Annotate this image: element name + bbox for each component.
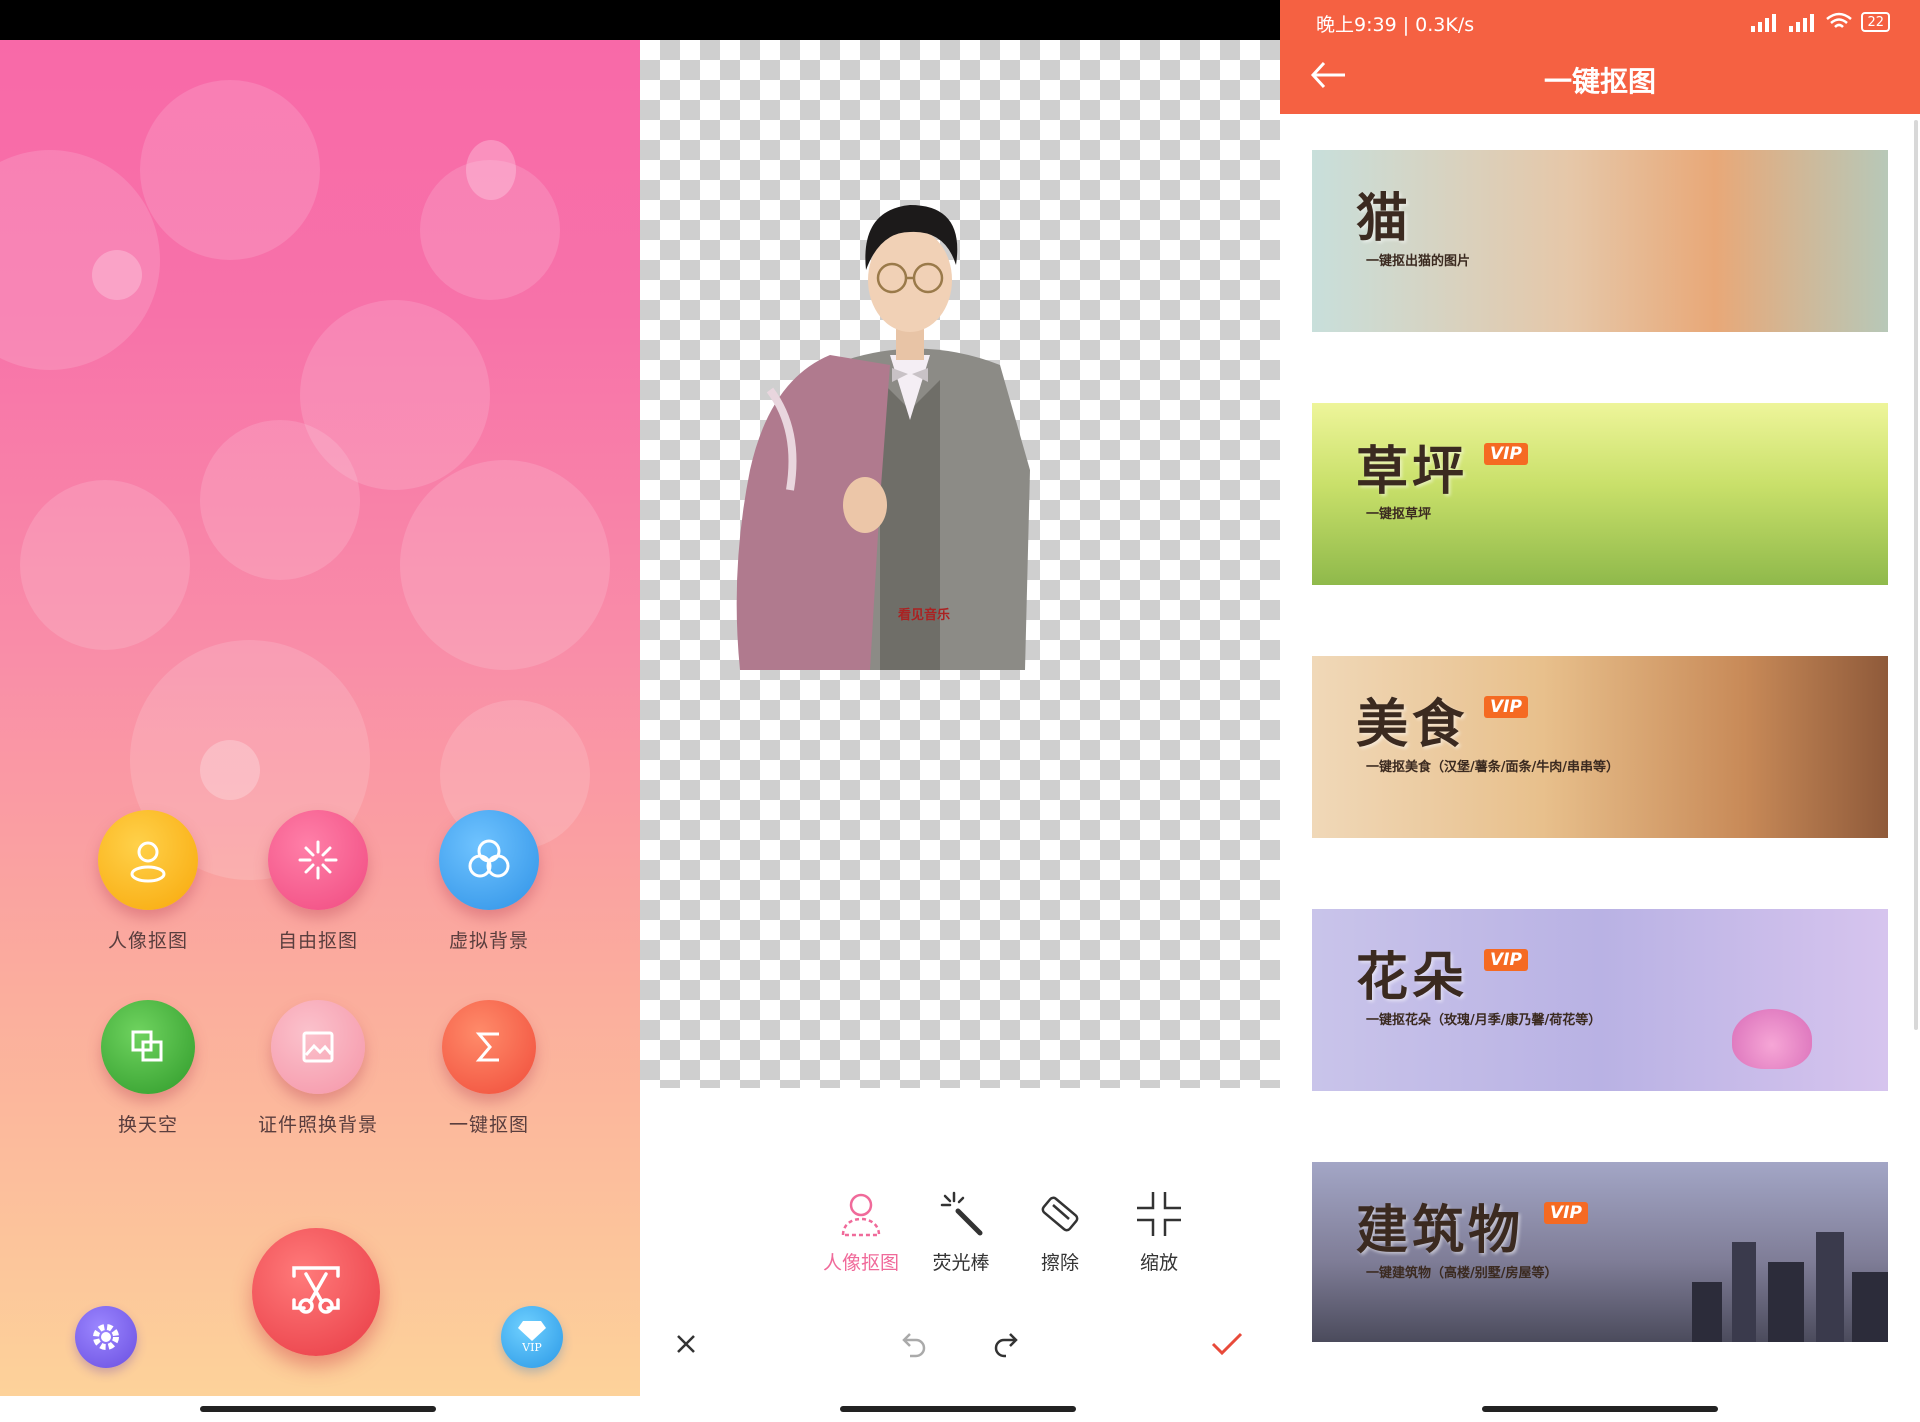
banner-flower[interactable]: 花朵 VIP 一键抠花朵（玫瑰/月季/康乃馨/荷花等） [1312,909,1888,1091]
vip-button[interactable]: VIP [501,1306,563,1368]
undo-icon [902,1333,926,1358]
layers-icon [101,1000,195,1094]
tile-label: 人像抠图 [107,930,188,952]
skyline-icon [1692,1222,1888,1342]
banner-title: 花朵 [1356,948,1469,1008]
banner-subtitle: 一键抠花朵（玫瑰/月季/康乃馨/荷花等） [1366,1013,1602,1028]
magic-wand-icon [911,1186,1011,1242]
diamond-icon [518,1321,546,1341]
home-screen: 人像抠图 自由抠图 虚拟背景 换天空 证件照换背景 一键抠图 VIP [0,0,640,1422]
banner-subtitle: 一键抠草坪 [1366,507,1432,522]
close-button[interactable] [674,1332,698,1356]
tool-portrait-cutout[interactable]: 人像抠图 [811,1186,911,1275]
top-bar [640,0,1280,40]
one-click-cutout-screen: 晚上9:39 | 0.3K/s 22 一键抠图 猫 一键抠出猫的图片 草坪 VI… [1280,0,1920,1422]
picture-icon [271,1000,365,1094]
sparkle-icon [268,810,368,910]
undo-button[interactable] [900,1330,930,1358]
scrollbar[interactable] [1914,120,1918,1030]
banner-title: 草坪 [1356,442,1469,502]
eraser-icon [1010,1186,1110,1242]
battery-indicator: 22 [1861,12,1890,32]
tile-label: 虚拟背景 [448,930,529,952]
page-title: 一键抠图 [1543,65,1656,98]
person-icon [98,810,198,910]
status-icons: 22 [1749,12,1890,32]
home-background [0,40,640,1396]
lotus-icon [1732,1009,1812,1069]
tile-one-click-cutout[interactable]: 一键抠图 [404,1000,574,1137]
vip-badge: VIP [1484,949,1528,971]
tool-magic-wand[interactable]: 荧光棒 [911,1186,1011,1275]
home-indicator [840,1406,1076,1412]
status-time: 晚上9:39 | 0.3K/s [1316,14,1475,36]
editor-screen: 看见音乐 人像抠图 荧光棒 擦除 缩放 [640,0,1280,1422]
banner-title: 美食 [1356,695,1469,755]
scissors-icon [292,1266,340,1314]
signal-icon [1751,14,1777,32]
vip-badge: VIP [1484,696,1528,718]
banner-cat[interactable]: 猫 一键抠出猫的图片 [1312,150,1888,332]
tile-replace-sky[interactable]: 换天空 [63,1000,233,1137]
circles-icon [439,810,539,910]
tool-eraser[interactable]: 擦除 [1010,1186,1110,1275]
vip-badge: VIP [1544,1202,1588,1224]
banner-building[interactable]: 建筑物 VIP 一键建筑物（高楼/别墅/房屋等） [1312,1162,1888,1342]
gear-icon [93,1324,119,1350]
banner-subtitle: 一键抠美食（汉堡/薯条/面条/牛肉/串串等） [1366,760,1619,775]
home-indicator [1482,1406,1718,1412]
banner-subtitle: 一键抠出猫的图片 [1366,254,1471,269]
shrink-icon [1109,1186,1209,1242]
settings-button[interactable] [75,1306,137,1368]
banner-title: 猫 [1356,189,1413,249]
tool-label: 荧光棒 [932,1252,990,1274]
close-icon [677,1335,695,1353]
sigma-icon [442,1000,536,1094]
tile-virtual-background[interactable]: 虚拟背景 [404,810,574,953]
tile-portrait-cutout[interactable]: 人像抠图 [63,810,233,953]
banner-subtitle: 一键建筑物（高楼/别墅/房屋等） [1366,1266,1558,1281]
battery-level: 22 [1867,14,1884,30]
portrait-cutout-image [736,205,1030,670]
tool-zoom[interactable]: 缩放 [1109,1186,1209,1275]
person-outline-icon [811,1186,911,1242]
redo-button[interactable] [990,1330,1020,1358]
tile-free-cutout[interactable]: 自由抠图 [233,810,403,953]
banner-title: 建筑物 [1356,1201,1525,1261]
tile-label: 自由抠图 [277,930,358,952]
signal-icon [1789,14,1815,32]
app-bar: 晚上9:39 | 0.3K/s 22 一键抠图 [1280,0,1920,114]
tile-label: 一键抠图 [448,1114,529,1136]
confirm-button[interactable] [1210,1330,1244,1358]
center-cutout-button[interactable] [252,1228,380,1356]
tool-label: 擦除 [1040,1252,1079,1274]
top-bar [0,0,640,40]
tile-label: 证件照换背景 [257,1114,378,1136]
tile-label: 换天空 [117,1114,178,1136]
wifi-icon [1826,12,1853,28]
tool-label: 缩放 [1139,1252,1178,1274]
tile-id-photo-background[interactable]: 证件照换背景 [233,1000,403,1137]
banner-lawn[interactable]: 草坪 VIP 一键抠草坪 [1312,403,1888,585]
banner-food[interactable]: 美食 VIP 一键抠美食（汉堡/薯条/面条/牛肉/串串等） [1312,656,1888,838]
watermark: 看见音乐 [898,608,951,623]
home-indicator [200,1406,436,1412]
vip-badge: VIP [1484,443,1528,465]
redo-icon [994,1333,1018,1358]
vip-label: VIP [522,1341,542,1354]
tool-label: 人像抠图 [822,1252,899,1274]
check-icon [1211,1332,1243,1356]
